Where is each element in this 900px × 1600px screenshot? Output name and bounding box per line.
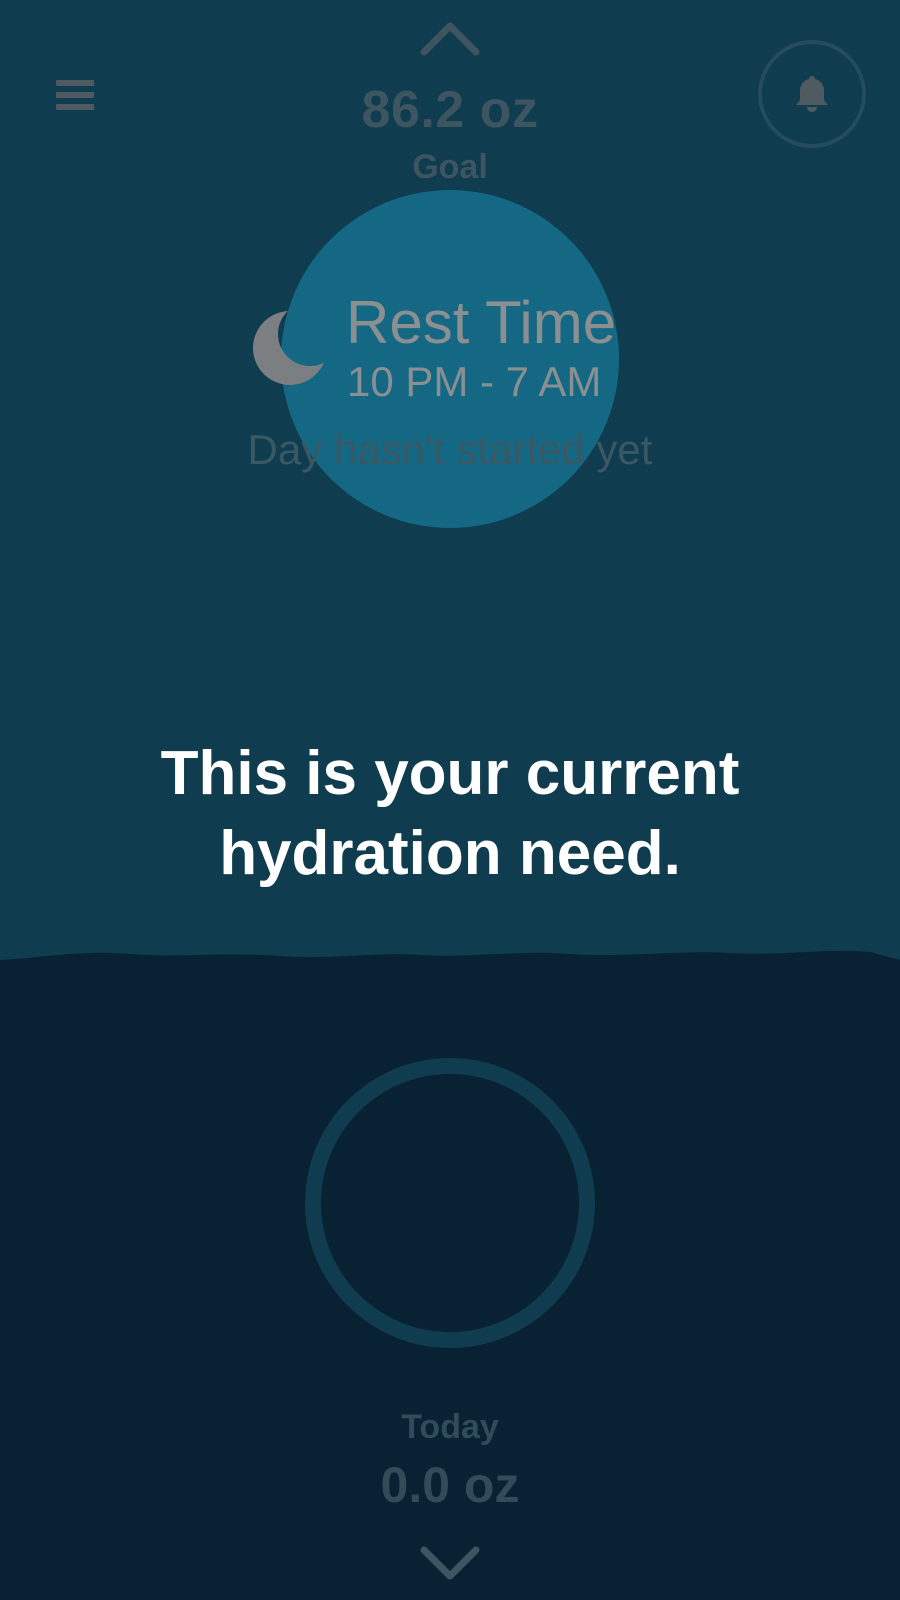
today-label: Today — [401, 1408, 499, 1446]
moon-icon — [253, 311, 327, 385]
goal-value: 86.2 oz — [361, 81, 539, 139]
coach-mark-message: This is your current hydration need. — [0, 734, 900, 894]
today-value: 0.0 oz — [380, 1457, 520, 1513]
hydration-screen: 86.2 oz Goal Rest Time 10 PM - 7 AM Day … — [0, 0, 900, 1600]
chevron-down-icon[interactable] — [420, 1546, 480, 1582]
day-status-text: Day hasn't started yet — [247, 426, 653, 473]
coach-mark-line-1: This is your current — [160, 739, 740, 808]
rest-time-title: Rest Time — [346, 289, 617, 356]
chevron-up-icon[interactable] — [420, 20, 480, 56]
rest-time-hours: 10 PM - 7 AM — [347, 358, 602, 405]
intake-progress-ring[interactable] — [305, 1058, 595, 1348]
coach-mark-line-2: hydration need. — [219, 819, 681, 888]
goal-label: Goal — [412, 148, 488, 186]
